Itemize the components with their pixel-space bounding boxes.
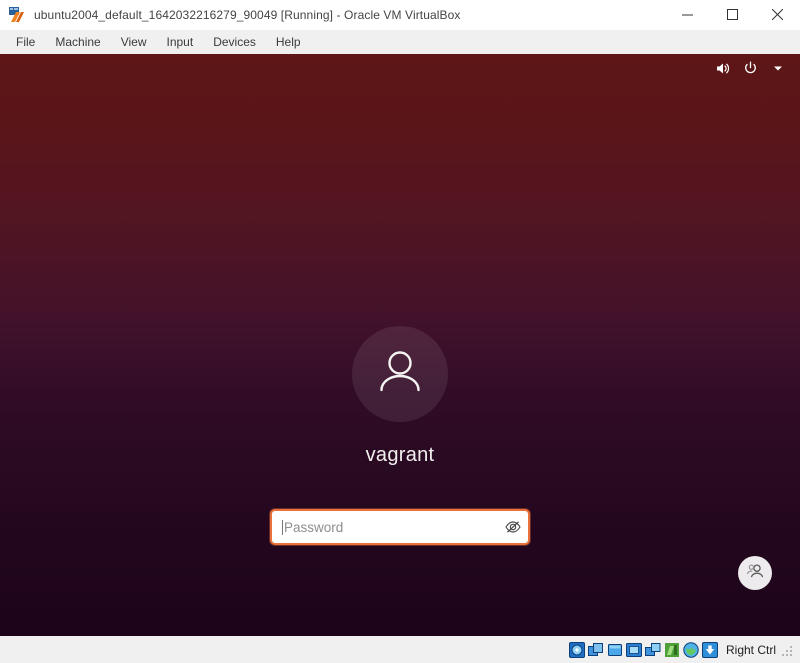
menu-item-devices[interactable]: Devices	[203, 32, 266, 52]
statusbar-icons	[569, 641, 719, 658]
mouse-capture-icon[interactable]	[702, 641, 719, 658]
shared-folders-icon[interactable]	[683, 641, 700, 658]
user-switch-button[interactable]	[738, 556, 772, 590]
eye-slash-icon[interactable]	[498, 518, 528, 536]
vm-statusbar: Right Ctrl	[0, 636, 800, 663]
menu-item-help[interactable]: Help	[266, 32, 311, 52]
maximize-button[interactable]	[710, 0, 755, 30]
password-placeholder: Password	[284, 520, 498, 535]
virtualbox-window: ubuntu2004_default_1642032216279_90049 […	[0, 0, 800, 663]
user-switch-icon	[745, 561, 765, 586]
window-controls	[665, 0, 800, 30]
username-label: vagrant	[366, 444, 435, 467]
display-icon[interactable]	[626, 641, 643, 658]
volume-icon[interactable]	[708, 54, 736, 82]
chevron-down-icon[interactable]	[764, 54, 792, 82]
optical-disk-icon[interactable]	[588, 641, 605, 658]
text-caret	[282, 520, 283, 535]
gnome-topbar	[708, 54, 800, 82]
minimize-button[interactable]	[665, 0, 710, 30]
hard-disk-icon[interactable]	[569, 641, 586, 658]
menu-item-input[interactable]: Input	[157, 32, 204, 52]
menu-item-view[interactable]: View	[111, 32, 157, 52]
menu-item-file[interactable]: File	[6, 32, 45, 52]
power-icon[interactable]	[736, 54, 764, 82]
resize-grip[interactable]	[782, 644, 794, 656]
user-avatar-icon	[371, 343, 429, 406]
menubar: File Machine View Input Devices Help	[0, 30, 800, 54]
close-button[interactable]	[755, 0, 800, 30]
vm-display[interactable]: vagrant Password	[0, 54, 800, 636]
login-panel: vagrant Password	[0, 326, 800, 545]
network-icon[interactable]	[645, 641, 662, 658]
window-titlebar: ubuntu2004_default_1642032216279_90049 […	[0, 0, 800, 30]
window-title: ubuntu2004_default_1642032216279_90049 […	[34, 8, 461, 22]
usb-icon[interactable]	[664, 641, 681, 658]
virtualbox-logo-icon	[8, 6, 26, 24]
menu-item-machine[interactable]: Machine	[45, 32, 110, 52]
floppy-icon[interactable]	[607, 641, 624, 658]
avatar	[352, 326, 448, 422]
host-key-label: Right Ctrl	[726, 643, 776, 657]
password-input[interactable]: Password	[270, 509, 530, 545]
